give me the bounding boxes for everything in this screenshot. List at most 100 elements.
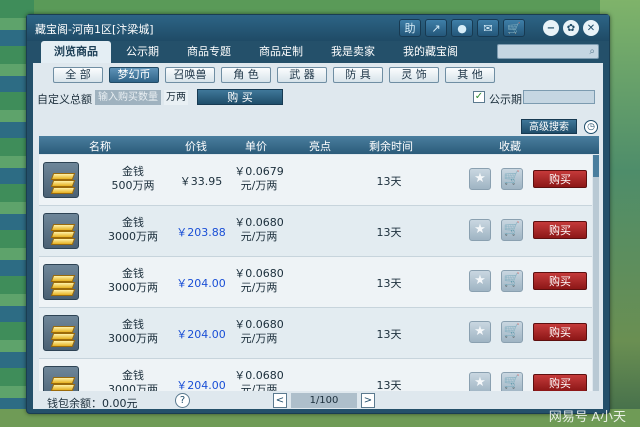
buy-button[interactable]: 购买 (533, 272, 587, 290)
category-button-2[interactable]: 召唤兽 (165, 67, 215, 83)
tab-4[interactable]: 我是卖家 (318, 41, 388, 63)
buy-button[interactable]: 购买 (533, 374, 587, 391)
unit-price-cell: ￥0.0680 元/万两 (229, 369, 289, 391)
game-background-top (0, 0, 640, 14)
main-content: 全 部梦幻币 召唤兽角 色武 器防 具灵 饰其 他 自定义总额 输入购买数量 万两… (33, 63, 603, 410)
prev-page-button[interactable]: < (273, 393, 287, 408)
title-bar[interactable]: 藏宝阁-河南1区[汴梁城] 助 ↗ ● ✉ 🛒 − ✿ ✕ (27, 15, 609, 41)
quantity-input[interactable]: 输入购买数量 (95, 90, 161, 105)
clock-icon[interactable]: ◷ (584, 120, 598, 134)
page-indicator: 1/100 (291, 393, 357, 408)
gold-bar-shape (50, 173, 76, 180)
category-button-3[interactable]: 角 色 (221, 67, 271, 83)
add-to-cart-icon[interactable]: 🛒 (501, 168, 523, 190)
tab-2[interactable]: 商品专题 (174, 41, 244, 63)
header-favorite: 收藏 (499, 140, 521, 153)
header-unit-price: 单价 (245, 140, 267, 153)
add-to-cart-icon[interactable]: 🛒 (501, 219, 523, 241)
item-name-cell: 金钱 3000万两 (105, 267, 161, 295)
tab-5[interactable]: 我的藏宝阁 (390, 41, 471, 63)
help-icon[interactable]: ? (175, 393, 190, 408)
unit-price-cell: ￥0.0680 元/万两 (229, 216, 289, 244)
tab-1[interactable]: 公示期 (113, 41, 172, 63)
favorite-star-icon[interactable]: ★ (469, 321, 491, 343)
add-to-cart-icon[interactable]: 🛒 (501, 270, 523, 292)
search-input[interactable]: ⌕ (497, 44, 599, 59)
footer-bar: 钱包余额：0.00元 ? < 1/100 > (33, 393, 603, 410)
unit-price: ￥0.0680 (234, 369, 284, 382)
header-highlight: 亮点 (309, 140, 331, 153)
custom-amount-filter: 自定义总额 输入购买数量 万两 购 买 ✓ 公示期 (37, 89, 599, 107)
gift-icon[interactable]: 助 (399, 19, 421, 37)
table-header: 名称 价钱 单价 亮点 剩余时间 收藏 (39, 136, 599, 154)
favorite-star-icon[interactable]: ★ (469, 270, 491, 292)
gold-item-icon (43, 264, 79, 300)
item-amount: 500万两 (111, 179, 155, 192)
settings-icon[interactable]: ✿ (563, 20, 579, 36)
unit-price-label: 元/万两 (240, 383, 278, 391)
toolbar-icons: 助 ↗ ● ✉ 🛒 (399, 19, 525, 37)
tab-3[interactable]: 商品定制 (246, 41, 316, 63)
gold-item-icon (43, 366, 79, 391)
search-icon[interactable]: ⌕ (589, 46, 595, 57)
gold-item-icon (43, 315, 79, 351)
window-controls: − ✿ ✕ (543, 20, 599, 36)
buy-button[interactable]: 购买 (533, 323, 587, 341)
category-button-1[interactable]: 梦幻币 (109, 67, 159, 83)
advanced-search-button[interactable]: 高级搜索 (521, 119, 577, 134)
gold-item-icon (43, 162, 79, 198)
table-row: 金钱 3000万两 ￥204.00 ￥0.0680 元/万两 13天 ★ 🛒 购买 (39, 257, 592, 308)
item-name: 金钱 (122, 165, 144, 178)
add-to-cart-icon[interactable]: 🛒 (501, 372, 523, 391)
item-name-cell: 金钱 3000万两 (105, 369, 161, 391)
chat-icon[interactable]: ✉ (477, 19, 499, 37)
category-button-6[interactable]: 灵 饰 (389, 67, 439, 83)
category-button-7[interactable]: 其 他 (445, 67, 495, 83)
list-scrollbar[interactable] (593, 155, 599, 391)
item-amount: 3000万两 (108, 230, 158, 243)
add-to-cart-icon[interactable]: 🛒 (501, 321, 523, 343)
public-period-select[interactable] (523, 90, 595, 104)
item-price: ￥203.88 (176, 226, 226, 239)
gold-bar-shape (50, 384, 76, 391)
gold-bar-shape (50, 275, 76, 282)
remaining-time: 13天 (376, 328, 402, 341)
window-title: 藏宝阁-河南1区[汴梁城] (35, 23, 154, 36)
remaining-time: 13天 (376, 226, 402, 239)
next-page-button[interactable]: > (361, 393, 375, 408)
gold-bar-shape (50, 231, 76, 238)
close-icon[interactable]: ✕ (583, 20, 599, 36)
unit-price-cell: ￥0.0680 元/万两 (229, 267, 289, 295)
item-name: 金钱 (122, 216, 144, 229)
buy-button[interactable]: 购买 (533, 221, 587, 239)
unit-price: ￥0.0679 (234, 165, 284, 178)
share-icon[interactable]: ↗ (425, 19, 447, 37)
category-button-5[interactable]: 防 具 (333, 67, 383, 83)
minimize-icon[interactable]: − (543, 20, 559, 36)
remaining-time: 13天 (376, 175, 402, 188)
custom-buy-button[interactable]: 购 买 (197, 89, 283, 105)
favorite-star-icon[interactable]: ★ (469, 372, 491, 391)
category-button-0[interactable]: 全 部 (53, 67, 103, 83)
unit-label: 万两 (164, 90, 188, 105)
gold-bar-shape (50, 289, 76, 296)
tab-0[interactable]: 浏览商品 (41, 41, 111, 63)
public-period-checkbox[interactable]: ✓ (473, 91, 485, 103)
unit-price: ￥0.0680 (234, 318, 284, 331)
gold-bar-shape (50, 238, 76, 245)
record-icon[interactable]: ● (451, 19, 473, 37)
buy-button[interactable]: 购买 (533, 170, 587, 188)
cart-icon[interactable]: 🛒 (503, 19, 525, 37)
gold-bar-shape (50, 333, 76, 340)
unit-price-label: 元/万两 (240, 230, 278, 243)
item-amount: 3000万两 (108, 383, 158, 391)
unit-price-cell: ￥0.0679 元/万两 (229, 165, 289, 193)
scroll-thumb[interactable] (593, 155, 599, 177)
favorite-star-icon[interactable]: ★ (469, 168, 491, 190)
category-button-4[interactable]: 武 器 (277, 67, 327, 83)
gold-bar-shape (50, 326, 76, 333)
gold-bar-shape (50, 224, 76, 231)
item-name: 金钱 (122, 369, 144, 382)
favorite-star-icon[interactable]: ★ (469, 219, 491, 241)
table-row: 金钱 3000万两 ￥204.00 ￥0.0680 元/万两 13天 ★ 🛒 购买 (39, 308, 592, 359)
